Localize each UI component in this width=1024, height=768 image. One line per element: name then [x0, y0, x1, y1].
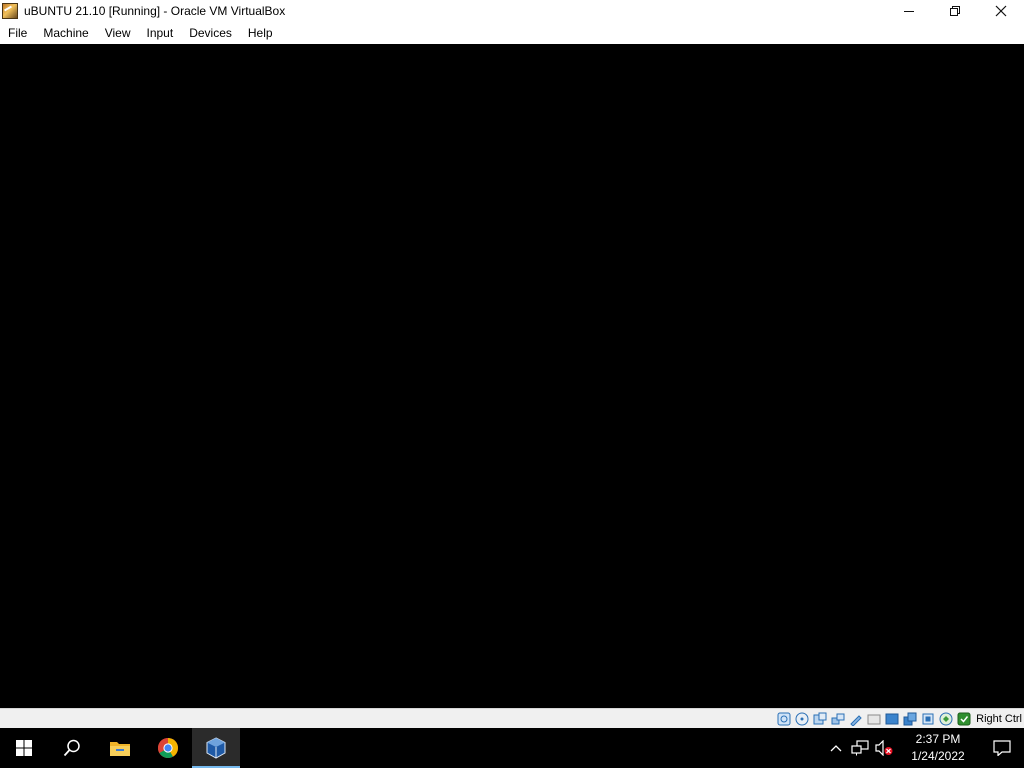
restore-button[interactable] — [932, 0, 978, 22]
clock-time: 2:37 PM — [915, 732, 961, 746]
minimize-button[interactable] — [886, 0, 932, 22]
menu-file[interactable]: File — [0, 22, 35, 44]
window-title: uBUNTU 21.10 [Running] - Oracle VM Virtu… — [24, 4, 286, 18]
folder-icon — [110, 742, 130, 756]
virtualbox-icon — [206, 737, 226, 759]
vm-display[interactable] — [0, 44, 1024, 708]
restore-icon — [950, 6, 960, 16]
file-explorer-button[interactable] — [96, 728, 144, 768]
close-button[interactable] — [978, 0, 1024, 22]
network-icon[interactable] — [830, 712, 846, 726]
windows-start-icon — [16, 740, 32, 756]
menu-help[interactable]: Help — [240, 22, 281, 44]
menu-machine[interactable]: Machine — [35, 22, 96, 44]
virtualbox-vm-icon — [2, 3, 18, 19]
cpu-icon[interactable] — [956, 712, 972, 726]
mouse-integration-icon[interactable] — [938, 712, 954, 726]
vt-x-icon[interactable] — [920, 712, 936, 726]
title-bar[interactable]: uBUNTU 21.10 [Running] - Oracle VM Virtu… — [0, 0, 1024, 22]
menu-input[interactable]: Input — [139, 22, 182, 44]
minimize-icon — [904, 11, 914, 12]
menu-view[interactable]: View — [97, 22, 139, 44]
window-controls — [886, 0, 1024, 22]
volume-muted-icon — [875, 740, 893, 756]
shared-folders-icon[interactable] — [866, 712, 882, 726]
close-icon — [995, 5, 1007, 17]
usb-icon[interactable] — [848, 712, 864, 726]
hard-disk-icon[interactable] — [776, 712, 792, 726]
search-icon — [63, 739, 80, 757]
chevron-up-icon — [830, 745, 842, 752]
video-capture-icon[interactable] — [902, 712, 918, 726]
windows-taskbar: 2:37 PM 1/24/2022 — [0, 728, 1024, 768]
system-tray: 2:37 PM 1/24/2022 — [824, 728, 1024, 768]
chrome-button[interactable] — [144, 728, 192, 768]
taskbar-clock[interactable]: 2:37 PM 1/24/2022 — [896, 731, 980, 765]
display-icon[interactable] — [884, 712, 900, 726]
start-button[interactable] — [0, 728, 48, 768]
chrome-icon — [158, 738, 178, 758]
vm-status-bar: Right Ctrl — [0, 708, 1024, 728]
volume-tray-button[interactable] — [872, 728, 896, 768]
network-icon — [851, 740, 869, 756]
action-center-button[interactable] — [980, 728, 1024, 768]
menu-bar: File Machine View Input Devices Help — [0, 22, 1024, 44]
menu-devices[interactable]: Devices — [181, 22, 240, 44]
status-icons — [776, 712, 972, 726]
clock-date: 1/24/2022 — [911, 749, 965, 763]
notification-icon — [993, 740, 1011, 756]
virtualbox-button[interactable] — [192, 728, 240, 768]
audio-icon[interactable] — [812, 712, 828, 726]
optical-drive-icon[interactable] — [794, 712, 810, 726]
host-key-label[interactable]: Right Ctrl — [976, 713, 1022, 725]
network-tray-button[interactable] — [848, 728, 872, 768]
search-button[interactable] — [48, 728, 96, 768]
show-hidden-icons-button[interactable] — [824, 728, 848, 768]
